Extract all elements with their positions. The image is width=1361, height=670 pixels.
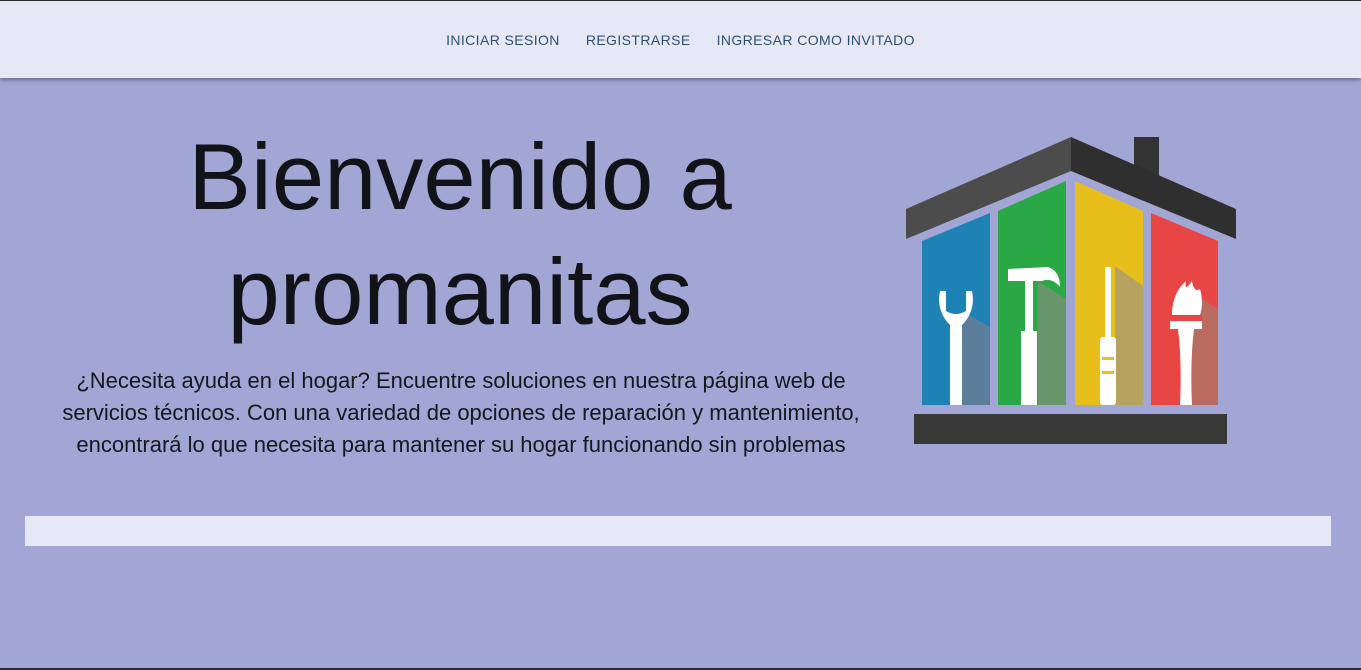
logo-base: [914, 414, 1227, 444]
panel-green-shade: [1038, 281, 1066, 405]
page: INICIAR SESION REGISTRARSE INGRESAR COMO…: [0, 0, 1361, 670]
top-navbar: INICIAR SESION REGISTRARSE INGRESAR COMO…: [0, 1, 1361, 78]
nav-guest-link[interactable]: INGRESAR COMO INVITADO: [704, 24, 928, 56]
nav-register-link[interactable]: REGISTRARSE: [573, 24, 704, 56]
hero-title: Bienvenido a promanitas: [188, 124, 732, 344]
hero-description: ¿Necesita ayuda en el hogar? Encuentre s…: [62, 368, 860, 457]
panel-blue-shade: [962, 311, 990, 405]
nav-login-link[interactable]: INICIAR SESION: [433, 24, 573, 56]
panel-yellow-shade: [1115, 266, 1143, 405]
footer-bar: [25, 516, 1331, 546]
house-tools-logo-icon: [906, 137, 1236, 444]
